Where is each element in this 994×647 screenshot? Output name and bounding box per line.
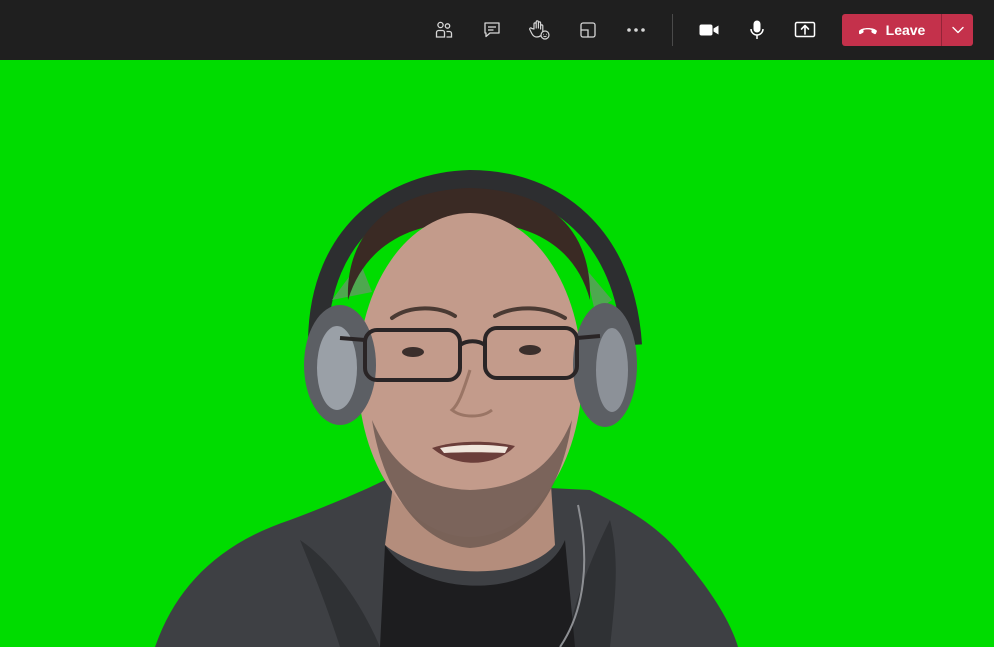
- video-feed: [0, 60, 994, 647]
- raise-hand-button[interactable]: [524, 14, 556, 46]
- meeting-window: Leave: [0, 0, 994, 647]
- leave-button-group: Leave: [842, 14, 973, 46]
- more-actions-button[interactable]: [620, 14, 652, 46]
- video-camera-icon: [699, 24, 719, 36]
- chat-icon: [484, 22, 500, 38]
- chat-button[interactable]: [476, 14, 508, 46]
- leave-label: Leave: [885, 22, 926, 38]
- leave-button[interactable]: Leave: [842, 14, 941, 46]
- breakout-rooms-button[interactable]: [572, 14, 604, 46]
- more-actions-icon: [627, 28, 645, 32]
- participants-button[interactable]: [428, 14, 460, 46]
- microphone-button[interactable]: [741, 14, 773, 46]
- hang-up-icon: [858, 28, 877, 35]
- microphone-icon: [750, 20, 764, 39]
- toolbar-divider: [672, 14, 673, 46]
- participant-video: [0, 60, 994, 647]
- leave-options-button[interactable]: [942, 14, 973, 46]
- breakout-rooms-icon: [580, 22, 596, 38]
- share-screen-icon: [794, 21, 816, 38]
- raise-hand-icon: [529, 20, 550, 40]
- chevron-down-icon: [951, 26, 964, 34]
- meeting-toolbar: Leave: [0, 0, 994, 60]
- camera-button[interactable]: [693, 14, 725, 46]
- people-icon: [435, 21, 453, 38]
- share-screen-button[interactable]: [789, 14, 821, 46]
